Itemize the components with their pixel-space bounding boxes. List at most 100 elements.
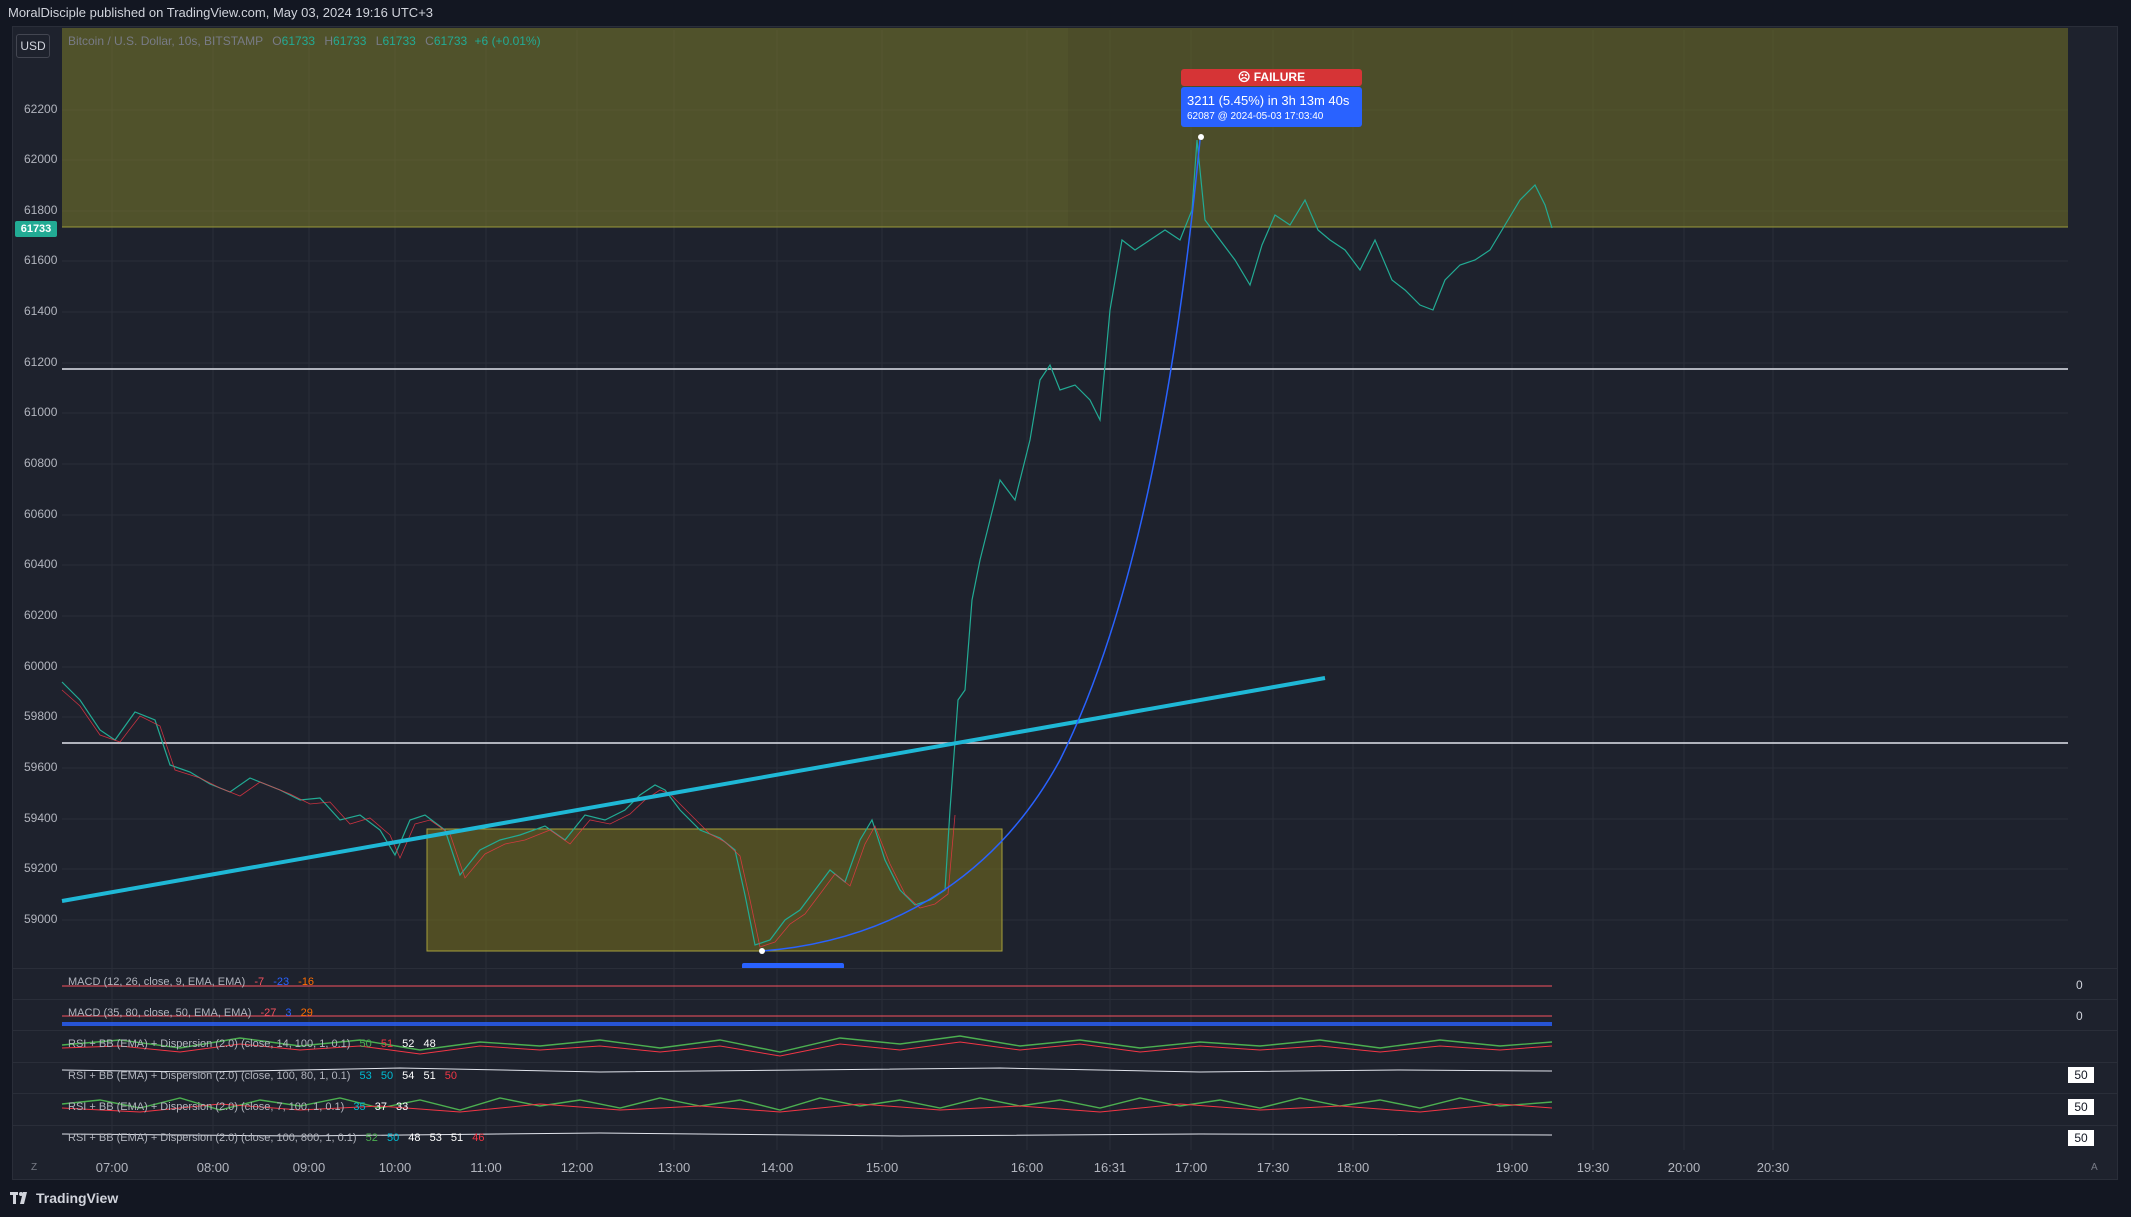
open-label: O	[272, 34, 282, 48]
indicator-value: 50	[444, 1070, 458, 1082]
price-label: 59800	[24, 709, 58, 723]
price-label: 60600	[24, 507, 58, 521]
measure-info-box: 3211 (5.45%) in 3h 13m 40s 62087 @ 2024-…	[1181, 87, 1362, 127]
time-label: 16:00	[1010, 1160, 1044, 1175]
time-label: 13:00	[657, 1160, 691, 1175]
pane-separator-2[interactable]	[12, 999, 2118, 1000]
change-value: +6 (+0.01%)	[474, 34, 541, 48]
failure-label: FAILURE	[1253, 70, 1306, 84]
time-label: 19:00	[1495, 1160, 1529, 1175]
indicator-value: 51	[380, 1038, 394, 1050]
close-value: 61733	[433, 34, 468, 48]
footer-bar	[0, 1180, 2131, 1217]
indicator-label: RSI + BB (EMA) + Dispersion (2.0) (close…	[68, 1038, 351, 1050]
time-label: 15:00	[865, 1160, 899, 1175]
pane-separator-3[interactable]	[12, 1030, 2118, 1031]
high-marker	[1198, 134, 1204, 140]
symbol-title: Bitcoin / U.S. Dollar, 10s, BITSTAMP	[68, 34, 263, 48]
indicator-value: -16	[298, 976, 315, 988]
tradingview-logo-text: TradingView	[36, 1190, 119, 1206]
price-label: 59400	[24, 811, 58, 825]
indicator-value: 29	[300, 1007, 313, 1019]
frown-icon: ☹	[1237, 70, 1251, 84]
time-label: 07:00	[95, 1160, 129, 1175]
time-label: 17:30	[1256, 1160, 1290, 1175]
time-label: 09:00	[292, 1160, 326, 1175]
low-marker	[759, 948, 765, 954]
time-label: 20:00	[1667, 1160, 1701, 1175]
rsi-4-level-label: 50	[2068, 1130, 2094, 1146]
indicator-rsi-1[interactable]: RSI + BB (EMA) + Dispersion (2.0) (close…	[68, 1038, 436, 1050]
tradingview-icon	[10, 1192, 27, 1204]
close-label: C	[425, 34, 434, 48]
indicator-rsi-2[interactable]: RSI + BB (EMA) + Dispersion (2.0) (close…	[68, 1070, 457, 1082]
pane-separator-1[interactable]	[12, 968, 2118, 969]
indicator-value: 52	[365, 1132, 378, 1144]
price-label: 62200	[24, 102, 58, 116]
time-label: 17:00	[1174, 1160, 1208, 1175]
indicator-value: 50	[380, 1070, 394, 1082]
indicator-rsi-3[interactable]: RSI + BB (EMA) + Dispersion (2.0) (close…	[68, 1101, 408, 1113]
price-chart[interactable]	[0, 0, 2131, 1217]
auto-scale-icon[interactable]: A	[2091, 1162, 2098, 1173]
price-label: 59200	[24, 861, 58, 875]
time-label: 14:00	[760, 1160, 794, 1175]
high-label: H	[324, 34, 334, 48]
symbol-legend[interactable]: Bitcoin / U.S. Dollar, 10s, BITSTAMP O61…	[68, 34, 541, 48]
macd-1-zero-label: 0	[2076, 978, 2083, 992]
time-label: 10:00	[378, 1160, 412, 1175]
resistance-zone-right	[1068, 28, 2068, 227]
indicator-macd-1[interactable]: MACD (12, 26, close, 9, EMA, EMA) -7 -23…	[68, 976, 314, 988]
price-label: 60200	[24, 608, 58, 622]
price-label: 59600	[24, 760, 58, 774]
price-label: 59000	[24, 912, 58, 926]
macd-2-zero-label: 0	[2076, 1009, 2083, 1023]
indicator-label: RSI + BB (EMA) + Dispersion (2.0) (close…	[68, 1132, 357, 1144]
tradingview-logo[interactable]: TradingView	[10, 1190, 118, 1206]
indicator-value: 50	[359, 1038, 372, 1050]
indicator-macd-2[interactable]: MACD (35, 80, close, 50, EMA, EMA) -27 3…	[68, 1007, 313, 1019]
indicator-label: MACD (12, 26, close, 9, EMA, EMA)	[68, 976, 246, 988]
indicator-value: 54	[402, 1070, 415, 1082]
time-label: 12:00	[560, 1160, 594, 1175]
indicator-label: RSI + BB (EMA) + Dispersion (2.0) (close…	[68, 1101, 345, 1113]
low-value: 61733	[382, 34, 416, 48]
time-label: 16:31	[1093, 1160, 1127, 1175]
indicator-value: 35	[353, 1101, 366, 1113]
indicator-label: RSI + BB (EMA) + Dispersion (2.0) (close…	[68, 1070, 351, 1082]
price-label: 61800	[24, 203, 58, 217]
price-label: 61600	[24, 253, 58, 267]
indicator-value: -7	[254, 976, 265, 988]
currency-button[interactable]: USD	[16, 34, 50, 58]
pane-separator-5[interactable]	[12, 1093, 2118, 1094]
open-value: 61733	[281, 34, 316, 48]
price-label: 61400	[24, 304, 58, 318]
pane-separator-6[interactable]	[12, 1125, 2118, 1126]
current-price-tag: 61733	[15, 221, 57, 237]
indicator-rsi-4[interactable]: RSI + BB (EMA) + Dispersion (2.0) (close…	[68, 1132, 484, 1144]
failure-badge: ☹ FAILURE	[1181, 69, 1362, 86]
indicator-value: 33	[396, 1101, 409, 1113]
indicator-value: 48	[408, 1132, 421, 1144]
timezone-icon[interactable]: Z	[31, 1162, 37, 1173]
indicator-value: 51	[450, 1132, 464, 1144]
accumulation-box	[426, 828, 1003, 952]
high-value: 61733	[333, 34, 367, 48]
price-label: 60000	[24, 659, 58, 673]
price-label: 62000	[24, 152, 58, 166]
rsi-3-level-label: 50	[2068, 1099, 2094, 1115]
indicator-value: 51	[423, 1070, 436, 1082]
indicator-value: -27	[260, 1007, 277, 1019]
price-label: 61000	[24, 405, 58, 419]
rsi-2-level-label: 50	[2068, 1067, 2094, 1083]
indicator-value: 37	[374, 1101, 387, 1113]
price-label: 60800	[24, 456, 58, 470]
time-label: 08:00	[196, 1160, 230, 1175]
pane-separator-4[interactable]	[12, 1062, 2118, 1063]
time-label: 20:30	[1756, 1160, 1790, 1175]
resistance-zone	[62, 28, 1068, 227]
measure-text: 3211 (5.45%) in 3h 13m 40s	[1187, 93, 1350, 108]
indicator-value: 46	[472, 1132, 485, 1144]
indicator-label: MACD (35, 80, close, 50, EMA, EMA)	[68, 1007, 252, 1019]
indicator-value: 48	[423, 1038, 436, 1050]
